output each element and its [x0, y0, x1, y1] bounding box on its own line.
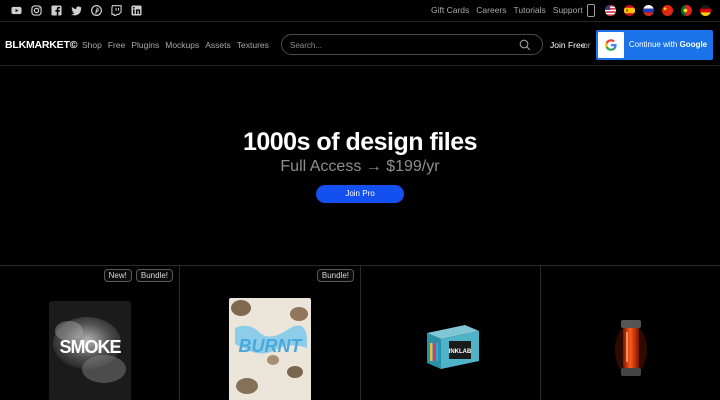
- google-icon: [605, 39, 617, 51]
- youtube-icon[interactable]: [11, 5, 22, 16]
- flag-es-icon[interactable]: [624, 5, 635, 16]
- google-logo: [598, 32, 624, 58]
- burnt-thumb-text: BURNT: [239, 336, 304, 356]
- product-card[interactable]: New! Bundle! SMOKE: [0, 266, 180, 400]
- product-card[interactable]: INKLAB: [361, 266, 541, 400]
- burnt-product-thumbnail[interactable]: BURNT: [229, 298, 311, 400]
- product-grid: New! Bundle! SMOKE Bundle! BURNT INKLAB: [0, 265, 720, 400]
- join-free-link[interactable]: Join Free: [550, 40, 585, 50]
- bundle-badge: Bundle!: [135, 269, 173, 282]
- inklab-product-thumbnail[interactable]: INKLAB: [419, 321, 485, 373]
- language-selector: [605, 5, 711, 16]
- google-button-label: Continue with Google: [626, 40, 710, 49]
- flag-de-icon[interactable]: [700, 5, 711, 16]
- flag-ru-icon[interactable]: [643, 5, 654, 16]
- top-links: Gift Cards Careers Tutorials Support: [431, 5, 583, 15]
- nav-link-plugins[interactable]: Plugins: [131, 40, 159, 50]
- new-badge: New!: [103, 269, 132, 282]
- facebook-icon[interactable]: [51, 5, 62, 16]
- top-bar: Gift Cards Careers Tutorials Support: [0, 0, 720, 22]
- gift-cards-link[interactable]: Gift Cards: [431, 5, 469, 15]
- search-bar: [281, 34, 543, 55]
- instagram-icon[interactable]: [31, 5, 42, 16]
- nav-link-shop[interactable]: Shop: [82, 40, 102, 50]
- smoke-thumb-text: SMOKE: [59, 337, 121, 357]
- hero-title: 1000s of design files: [242, 128, 478, 156]
- nav-link-mockups[interactable]: Mockups: [165, 40, 199, 50]
- phone-icon[interactable]: [587, 4, 595, 17]
- or-label: or: [583, 40, 591, 50]
- flag-us-icon[interactable]: [605, 5, 616, 16]
- product-badges: New! Bundle!: [103, 269, 173, 282]
- flag-cn-icon[interactable]: [662, 5, 673, 16]
- google-label-prefix: Continue with: [628, 40, 680, 49]
- hero-subtitle: Full Access → $199/yr: [280, 158, 440, 175]
- main-nav: BLKMARKET© Shop Free Plugins Mockups Ass…: [0, 23, 720, 66]
- canister-product-thumbnail[interactable]: [614, 318, 648, 380]
- product-card[interactable]: Bundle! BURNT: [180, 266, 361, 400]
- flag-pt-icon[interactable]: [681, 5, 692, 16]
- nav-links: Shop Free Plugins Mockups Assets Texture…: [82, 40, 269, 50]
- nav-link-textures[interactable]: Textures: [237, 40, 269, 50]
- smoke-product-thumbnail[interactable]: SMOKE: [49, 301, 131, 400]
- continue-with-google-button[interactable]: Continue with Google: [596, 30, 713, 60]
- bundle-badge: Bundle!: [316, 269, 354, 282]
- search-icon[interactable]: [519, 39, 531, 51]
- support-link[interactable]: Support: [553, 5, 583, 15]
- google-label-brand: Google: [679, 40, 708, 49]
- tutorials-link[interactable]: Tutorials: [514, 5, 546, 15]
- logo[interactable]: BLKMARKET©: [5, 39, 77, 51]
- linkedin-icon[interactable]: [131, 5, 142, 16]
- join-pro-button[interactable]: Join Pro: [316, 185, 404, 203]
- twitter-icon[interactable]: [71, 5, 82, 16]
- nav-link-assets[interactable]: Assets: [205, 40, 231, 50]
- careers-link[interactable]: Careers: [476, 5, 506, 15]
- twitch-icon[interactable]: [111, 5, 122, 16]
- search-input[interactable]: [290, 38, 510, 52]
- product-badges: Bundle!: [316, 269, 354, 282]
- social-links: [11, 5, 142, 16]
- pinterest-icon[interactable]: [91, 5, 102, 16]
- inklab-thumb-text: INKLAB: [449, 349, 472, 355]
- nav-link-free[interactable]: Free: [108, 40, 125, 50]
- product-card[interactable]: [541, 266, 720, 400]
